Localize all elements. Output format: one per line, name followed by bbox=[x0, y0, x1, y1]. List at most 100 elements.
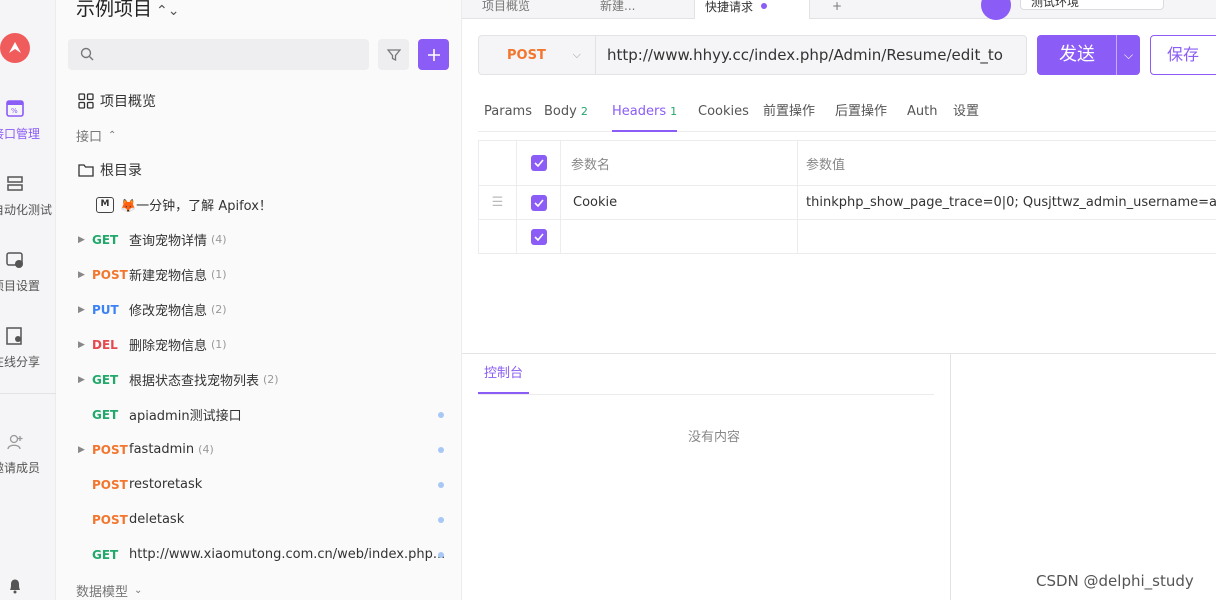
search-icon bbox=[80, 47, 94, 61]
caret-right-icon[interactable]: ▶ bbox=[78, 375, 92, 385]
subtab-后置操作[interactable]: 后置操作 bbox=[835, 96, 887, 132]
tab-add[interactable]: + bbox=[822, 0, 852, 19]
subtab-label: 后置操作 bbox=[835, 104, 888, 119]
environment-select[interactable]: 测试环境 bbox=[1020, 0, 1164, 10]
project-settings-icon bbox=[6, 252, 23, 268]
subtab-label: Headers bbox=[612, 104, 667, 119]
method-select[interactable]: POST ⌵ bbox=[478, 35, 596, 75]
subtab-auth[interactable]: Auth bbox=[907, 96, 937, 132]
caret-right-icon[interactable]: ▶ bbox=[78, 445, 92, 455]
row-checkbox[interactable] bbox=[517, 186, 561, 219]
app-window: % 接口管理 自动化测试 项目设置 在线分享 邀请成员 示例项目⌃⌄ bbox=[0, 0, 1216, 600]
bell-icon[interactable] bbox=[7, 578, 23, 594]
table-header: 参数名 参数值 bbox=[478, 140, 1216, 186]
subtab-设置[interactable]: 设置 bbox=[953, 96, 979, 132]
list-item[interactable]: ▶ GET 根据状态查找宠物列表 (2) bbox=[56, 362, 462, 397]
caret-right-icon[interactable]: ▶ bbox=[78, 340, 92, 350]
list-item[interactable]: ▶ DEL 删除宠物信息 (1) bbox=[56, 327, 462, 362]
subtab-label: 设置 bbox=[953, 104, 980, 119]
item-name: deletask bbox=[129, 512, 185, 527]
status-dot bbox=[438, 482, 444, 488]
item-count: (1) bbox=[211, 338, 227, 351]
list-item[interactable]: ▶ POST fastadmin (4) bbox=[56, 432, 462, 467]
table-row bbox=[478, 220, 1216, 254]
list-item[interactable]: POST restoretask bbox=[56, 467, 462, 502]
add-button[interactable] bbox=[418, 39, 449, 70]
console-panel: 控制台 没有内容 bbox=[462, 354, 951, 600]
tab-overview[interactable]: 项目概览 bbox=[472, 0, 540, 19]
list-item[interactable]: POST deletask bbox=[56, 502, 462, 537]
plus-icon bbox=[427, 48, 440, 61]
subtab-前置操作[interactable]: 前置操作 bbox=[763, 96, 815, 132]
search-input[interactable] bbox=[68, 39, 369, 70]
subtab-label: Cookies bbox=[698, 104, 749, 119]
unsaved-dot bbox=[761, 3, 768, 9]
send-menu-chevron-icon[interactable]: ⌵ bbox=[1117, 35, 1140, 75]
list-item[interactable]: ▶ PUT 修改宠物信息 (2) bbox=[56, 292, 462, 327]
watermark: CSDN @delphi_study bbox=[1036, 572, 1194, 590]
overview-item[interactable]: 项目概览 bbox=[78, 83, 484, 118]
subtab-cookies[interactable]: Cookies bbox=[698, 96, 749, 132]
item-name: fastadmin bbox=[129, 442, 195, 457]
doc-item[interactable]: M 🦊一分钟，了解 Apifox！ bbox=[96, 187, 502, 222]
subtab-headers[interactable]: Headers 1 bbox=[612, 96, 678, 132]
subtab-label: Auth bbox=[907, 104, 938, 119]
list-item[interactable]: GET http://www.xiaomutong.com.cn/web/inde… bbox=[56, 537, 462, 572]
item-count: (2) bbox=[211, 303, 227, 316]
param-value-input[interactable] bbox=[798, 220, 1216, 253]
save-button[interactable]: 保存 bbox=[1150, 35, 1216, 75]
list-item[interactable]: ▶ GET 查询宠物详情 (4) bbox=[56, 222, 462, 257]
item-name: 查询宠物详情 bbox=[129, 234, 208, 249]
status-dot bbox=[438, 447, 444, 453]
drag-handle-icon[interactable]: ☰ bbox=[478, 186, 517, 219]
select-all-checkbox[interactable] bbox=[517, 141, 561, 185]
avatar[interactable] bbox=[981, 0, 1011, 20]
method-tag: POST bbox=[92, 512, 128, 527]
list-item[interactable]: ▶ POST 新建宠物信息 (1) bbox=[56, 257, 462, 292]
root-folder[interactable]: 根目录 bbox=[78, 152, 484, 187]
project-selector[interactable]: 示例项目 ⌃⌄ bbox=[76, 0, 179, 21]
subtab-params[interactable]: Params bbox=[484, 96, 532, 132]
subtab-body[interactable]: Body 2 bbox=[544, 96, 588, 132]
section-api-toggle[interactable]: 接口 ⌃ bbox=[76, 118, 482, 153]
param-name-input[interactable] bbox=[561, 220, 798, 253]
tab-label: 项目概览 bbox=[482, 0, 531, 13]
subtab-badge: 2 bbox=[580, 105, 588, 118]
item-count: (4) bbox=[211, 233, 227, 246]
row-checkbox[interactable] bbox=[517, 220, 561, 253]
doc-item-label: 🦊一分钟，了解 Apifox！ bbox=[120, 199, 272, 214]
data-model-toggle[interactable]: 数据模型 ⌄ bbox=[76, 573, 482, 600]
tab-quick-request[interactable]: 快捷请求 bbox=[694, 0, 810, 19]
param-name-input[interactable]: Cookie bbox=[561, 186, 798, 219]
root-label: 根目录 bbox=[100, 162, 142, 179]
caret-right-icon[interactable]: ▶ bbox=[78, 235, 92, 245]
caret-right-icon[interactable]: ▶ bbox=[78, 270, 92, 280]
url-input[interactable]: http://www.hhyy.cc/index.php/Admin/Resum… bbox=[596, 35, 1027, 75]
svg-text:%: % bbox=[11, 107, 18, 115]
col-header-name: 参数名 bbox=[561, 141, 798, 185]
invite-member-icon bbox=[7, 434, 23, 450]
apifox-logo-icon[interactable] bbox=[0, 33, 30, 63]
tab-console[interactable]: 控制台 bbox=[478, 362, 530, 394]
add-tab-icon: + bbox=[832, 0, 843, 13]
updown-caret-icon: ⌃⌄ bbox=[156, 3, 180, 19]
method-tag: POST bbox=[92, 442, 128, 457]
send-button[interactable]: 发送 ⌵ bbox=[1037, 35, 1140, 75]
chevron-up-icon: ⌃ bbox=[108, 130, 117, 141]
check-icon bbox=[530, 194, 547, 211]
markdown-doc-icon: M bbox=[96, 196, 114, 213]
item-name: 新建宠物信息 bbox=[129, 269, 208, 284]
filter-button[interactable] bbox=[378, 39, 409, 70]
param-value-input[interactable]: thinkphp_show_page_trace=0|0; Qusjttwz_a… bbox=[798, 186, 1216, 219]
left-rail: % 接口管理 自动化测试 项目设置 在线分享 邀请成员 bbox=[0, 0, 56, 600]
item-name: restoretask bbox=[129, 477, 203, 492]
list-item[interactable]: GET apiadmin测试接口 bbox=[56, 397, 462, 432]
rail-divider bbox=[0, 393, 56, 394]
tab-new[interactable]: 新建... bbox=[590, 0, 645, 19]
method-tag: GET bbox=[92, 372, 119, 387]
item-name: apiadmin测试接口 bbox=[129, 409, 242, 424]
caret-right-icon[interactable]: ▶ bbox=[78, 305, 92, 315]
api-tree-sidebar: 示例项目 ⌃⌄ 项目概览 接口 ⌃ 根目录 M 🦊一分钟，了解 Apifox！ ▶… bbox=[56, 0, 462, 600]
chevron-down-icon: ⌵ bbox=[572, 48, 581, 61]
method-tag: PUT bbox=[92, 302, 119, 317]
